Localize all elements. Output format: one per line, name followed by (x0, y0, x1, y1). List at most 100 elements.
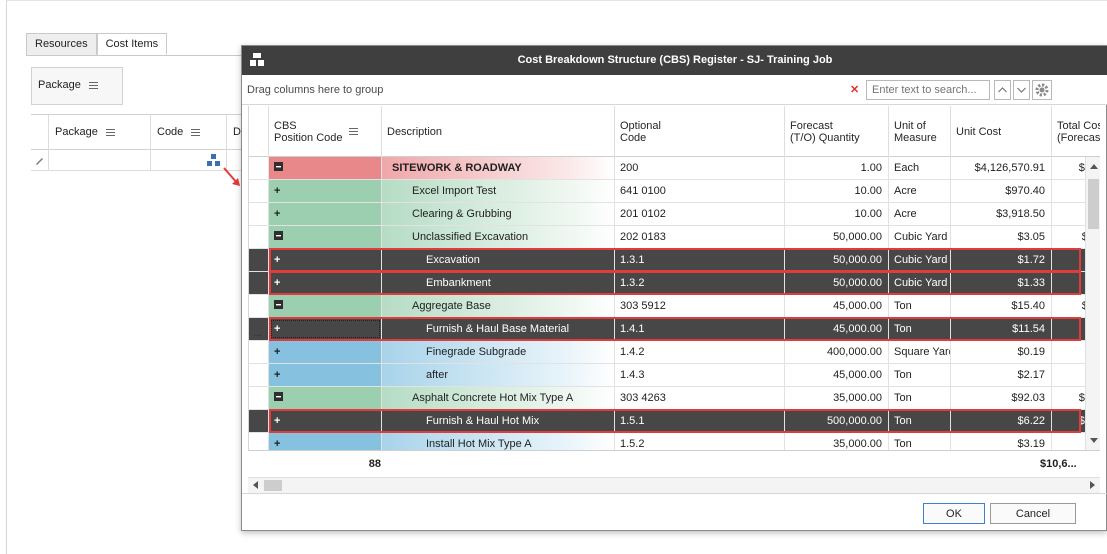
unit-of-measure-cell[interactable]: Cubic Yard (889, 272, 951, 294)
unit-cost-cell[interactable]: $970.40 (951, 180, 1052, 202)
optional-code-cell[interactable]: 200 (615, 157, 785, 179)
dialog-titlebar[interactable]: Cost Breakdown Structure (CBS) Register … (242, 46, 1107, 75)
unit-cost-cell[interactable]: $3,918.50 (951, 203, 1052, 225)
group-panel[interactable]: Drag columns here to group ✕ (242, 75, 1107, 105)
table-row[interactable]: +1.5.2Install Hot Mix Type A1.5.235,000.… (249, 433, 1100, 450)
forecast-quantity-cell[interactable]: 500,000.00 (785, 410, 889, 432)
description-cell[interactable]: Clearing & Grubbing (382, 203, 615, 225)
unit-of-measure-cell[interactable]: Each (889, 157, 951, 179)
optional-code-cell[interactable]: 1.5.1 (615, 410, 785, 432)
collapse-icon[interactable] (274, 295, 288, 317)
vertical-scrollbar[interactable] (1085, 157, 1100, 450)
optional-code-cell[interactable]: 201 0102 (615, 203, 785, 225)
forecast-quantity-cell[interactable]: 35,000.00 (785, 433, 889, 450)
optional-code-cell[interactable]: 1.5.2 (615, 433, 785, 450)
unit-cost-cell[interactable]: $6.22 (951, 410, 1052, 432)
description-cell[interactable]: Excel Import Test (382, 180, 615, 202)
table-row[interactable]: +1.5.1Furnish & Haul Hot Mix1.5.1500,000… (249, 409, 1100, 433)
unit-cost-cell[interactable]: $92.03 (951, 387, 1052, 409)
ok-button[interactable]: OK (923, 503, 985, 524)
description-cell[interactable]: Furnish & Haul Base Material (382, 318, 615, 340)
unit-of-measure-cell[interactable]: Ton (889, 364, 951, 386)
unit-cost-cell[interactable]: $11.54 (951, 318, 1052, 340)
column-package[interactable]: Package (49, 115, 151, 151)
unit-cost-cell[interactable]: $3.19 (951, 433, 1052, 450)
column-cbs-position-code[interactable]: CBS Position Code (269, 106, 382, 157)
background-new-row[interactable] (31, 150, 241, 171)
table-row[interactable]: 1.3Unclassified Excavation202 018350,000… (249, 226, 1100, 249)
optional-code-cell[interactable]: 641 0100 (615, 180, 785, 202)
description-cell[interactable]: Embankment (382, 272, 615, 294)
cbs-code-cell[interactable]: +1.5.2 (269, 433, 382, 450)
optional-code-cell[interactable]: 1.4.1 (615, 318, 785, 340)
cancel-button[interactable]: Cancel (990, 503, 1076, 524)
description-cell[interactable]: Asphalt Concrete Hot Mix Type A (382, 387, 615, 409)
clear-search-icon[interactable]: ✕ (850, 83, 859, 96)
description-cell[interactable]: Excavation (382, 249, 615, 271)
expand-icon[interactable]: + (274, 341, 288, 363)
forecast-quantity-cell[interactable]: 45,000.00 (785, 295, 889, 317)
unit-cost-cell[interactable]: $3.05 (951, 226, 1052, 248)
search-next-button[interactable] (1013, 80, 1030, 100)
horizontal-scroll-thumb[interactable] (264, 480, 282, 491)
table-row[interactable]: 1SITEWORK & ROADWAY2001.00Each$4,126,570… (249, 157, 1100, 180)
cbs-code-cell[interactable]: +1.2 (269, 203, 382, 225)
table-row[interactable]: +1.4.3after1.4.345,000.00Ton$2.17$ (249, 364, 1100, 387)
forecast-quantity-cell[interactable]: 400,000.00 (785, 341, 889, 363)
cbs-code-cell[interactable]: +1.3.2 (269, 272, 382, 294)
optional-code-cell[interactable]: 1.4.2 (615, 341, 785, 363)
table-row[interactable]: +1.3.1Excavation1.3.150,000.00Cubic Yard… (249, 248, 1100, 272)
unit-of-measure-cell[interactable]: Cubic Yard (889, 226, 951, 248)
unit-of-measure-cell[interactable]: Ton (889, 433, 951, 450)
cbs-code-cell[interactable]: +1.1 (269, 180, 382, 202)
unit-cost-cell[interactable]: $1.72 (951, 249, 1052, 271)
unit-cost-cell[interactable]: $0.19 (951, 341, 1052, 363)
search-prev-button[interactable] (994, 80, 1011, 100)
table-row[interactable]: → +1.4.1Furnish & Haul Base Material1.4.1… (249, 317, 1100, 341)
optional-code-cell[interactable]: 303 5912 (615, 295, 785, 317)
description-cell[interactable]: Unclassified Excavation (382, 226, 615, 248)
description-cell[interactable]: Aggregate Base (382, 295, 615, 317)
expand-icon[interactable]: + (274, 433, 288, 450)
column-total-cost[interactable]: Total Cos (Forecast (1052, 106, 1100, 157)
group-by-package-box[interactable]: Package (31, 67, 123, 105)
search-input[interactable] (866, 80, 990, 100)
collapse-icon[interactable] (274, 226, 288, 248)
settings-button[interactable] (1032, 80, 1052, 100)
optional-code-cell[interactable]: 1.3.1 (615, 249, 785, 271)
cbs-code-cell[interactable]: +1.4.3 (269, 364, 382, 386)
optional-code-cell[interactable]: 303 4263 (615, 387, 785, 409)
expand-icon[interactable]: + (274, 364, 288, 386)
unit-cost-cell[interactable]: $4,126,570.91 (951, 157, 1052, 179)
cbs-code-cell[interactable]: 1.5 (269, 387, 382, 409)
expand-icon[interactable]: + (274, 410, 288, 432)
table-row[interactable]: 1.4Aggregate Base303 591245,000.00Ton$15… (249, 295, 1100, 318)
collapse-icon[interactable] (274, 157, 288, 179)
unit-cost-cell[interactable]: $2.17 (951, 364, 1052, 386)
cbs-code-cell[interactable]: 1.3 (269, 226, 382, 248)
table-row[interactable]: 1.5Asphalt Concrete Hot Mix Type A303 42… (249, 387, 1100, 410)
forecast-quantity-cell[interactable]: 1.00 (785, 157, 889, 179)
scroll-right-icon[interactable] (1086, 478, 1098, 492)
table-row[interactable]: +1.4.2Finegrade Subgrade1.4.2400,000.00S… (249, 341, 1100, 364)
cbs-lookup-icon[interactable] (151, 150, 227, 170)
unit-of-measure-cell[interactable]: Ton (889, 318, 951, 340)
vertical-scroll-thumb[interactable] (1088, 179, 1099, 229)
optional-code-cell[interactable]: 202 0183 (615, 226, 785, 248)
unit-of-measure-cell[interactable]: Cubic Yard (889, 249, 951, 271)
expand-icon[interactable]: + (274, 318, 288, 340)
unit-cost-cell[interactable]: $1.33 (951, 272, 1052, 294)
forecast-quantity-cell[interactable]: 10.00 (785, 203, 889, 225)
scroll-up-icon[interactable] (1087, 160, 1100, 174)
cbs-code-cell[interactable]: +1.4.1 (269, 318, 382, 340)
expand-icon[interactable]: + (274, 203, 288, 225)
table-row[interactable]: +1.3.2Embankment1.3.250,000.00Cubic Yard… (249, 271, 1100, 295)
unit-of-measure-cell[interactable]: Ton (889, 387, 951, 409)
unit-of-measure-cell[interactable]: Ton (889, 410, 951, 432)
column-description[interactable]: De (227, 115, 247, 151)
tab-resources[interactable]: Resources (26, 33, 97, 55)
optional-code-cell[interactable]: 1.4.3 (615, 364, 785, 386)
forecast-quantity-cell[interactable]: 45,000.00 (785, 318, 889, 340)
scroll-left-icon[interactable] (250, 478, 262, 492)
package-cell[interactable] (49, 150, 151, 171)
